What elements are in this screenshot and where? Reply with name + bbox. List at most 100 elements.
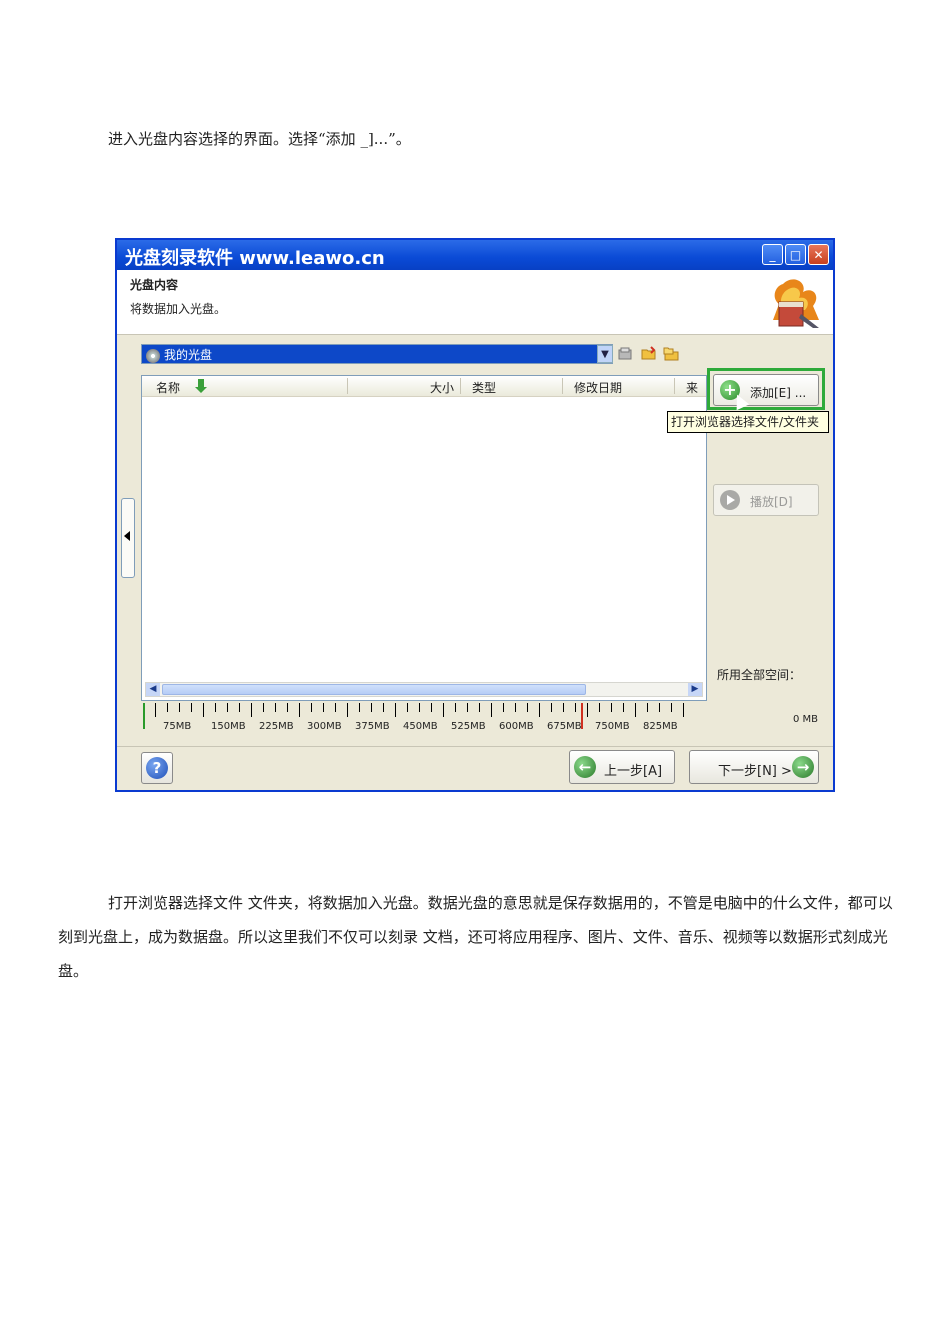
- ruler-label: 225MB: [259, 721, 294, 732]
- ruler-tick: [263, 703, 264, 712]
- ruler-label: 525MB: [451, 721, 486, 732]
- ruler-tick: [539, 703, 540, 717]
- column-modified[interactable]: 修改日期: [574, 379, 622, 396]
- drive-icon[interactable]: [617, 346, 633, 362]
- ruler-tick: [683, 703, 684, 717]
- column-size[interactable]: 大小: [430, 379, 454, 396]
- help-button[interactable]: ?: [141, 752, 173, 784]
- ruler-tick: [431, 703, 432, 712]
- disc-icon: [146, 348, 160, 363]
- ruler-tick: [611, 703, 612, 712]
- add-tooltip: 打开浏览器选择文件/文件夹: [667, 411, 829, 433]
- collapse-handle[interactable]: [121, 498, 135, 578]
- ruler-tick: [251, 703, 252, 717]
- ruler-tick: [491, 703, 492, 717]
- ruler-tick: [299, 703, 300, 717]
- ruler-tick: [239, 703, 240, 712]
- ruler-tick: [467, 703, 468, 712]
- title-bar[interactable]: 光盘刻录软件 www.leawo.cn _ □ ✕: [117, 240, 833, 270]
- ruler-tick: [275, 703, 276, 712]
- back-button-label: 上一步[A]: [604, 764, 663, 779]
- ruler-tick: [455, 703, 456, 712]
- next-button-label: 下一步[N] >: [718, 764, 792, 779]
- horizontal-scrollbar[interactable]: ◀ ▶: [145, 682, 703, 697]
- page-subtitle: 将数据加入光盘。: [130, 302, 227, 316]
- help-icon: ?: [146, 757, 168, 779]
- ruler-label: 675MB: [547, 721, 582, 732]
- ruler-tick: [443, 703, 444, 717]
- scroll-left-icon[interactable]: ◀: [146, 683, 160, 696]
- play-button-label: 播放[D]: [750, 495, 793, 509]
- ruler-tick: [191, 703, 192, 712]
- capacity-limit-marker: [581, 703, 583, 729]
- ruler-label: 450MB: [403, 721, 438, 732]
- ruler-tick: [623, 703, 624, 712]
- scroll-thumb[interactable]: [162, 684, 586, 695]
- ruler-tick: [515, 703, 516, 712]
- ruler-tick: [203, 703, 204, 717]
- back-arrow-icon: ←: [574, 756, 596, 778]
- ruler-tick: [155, 703, 156, 717]
- collapse-arrow-icon: [124, 531, 130, 541]
- play-button[interactable]: 播放[D]: [713, 484, 819, 516]
- ruler-tick: [563, 703, 564, 712]
- ruler-tick: [359, 703, 360, 712]
- ruler-tick: [419, 703, 420, 712]
- ruler-label: 75MB: [163, 721, 192, 732]
- scroll-right-icon[interactable]: ▶: [688, 683, 702, 696]
- ruler-tick: [383, 703, 384, 712]
- column-type[interactable]: 类型: [472, 379, 496, 396]
- ruler-tick: [671, 703, 672, 712]
- ruler-tick: [575, 703, 576, 712]
- ruler-tick: [371, 703, 372, 712]
- file-list[interactable]: 名称 大小 类型 修改日期 来 ◀ ▶: [141, 375, 707, 701]
- chevron-down-icon[interactable]: ▼: [597, 345, 613, 363]
- ruler-tick: [179, 703, 180, 712]
- play-icon: [720, 490, 740, 510]
- sort-arrow-icon: [195, 379, 207, 393]
- ruler-label: 600MB: [499, 721, 534, 732]
- ruler-tick: [215, 703, 216, 712]
- ruler-tick: [659, 703, 660, 712]
- ruler-tick: [479, 703, 480, 712]
- start-marker: [143, 703, 145, 729]
- ruler-label: 150MB: [211, 721, 246, 732]
- space-used-value: 0 MB: [793, 714, 819, 725]
- ruler-tick: [311, 703, 312, 712]
- ruler-tick: [287, 703, 288, 712]
- ruler-tick: [503, 703, 504, 712]
- burner-window: 光盘刻录软件 www.leawo.cn _ □ ✕ 光盘内容 将数据加入光盘。 …: [115, 238, 835, 792]
- space-used-label: 所用全部空间：: [717, 668, 802, 682]
- body-text: 打开浏览器选择文件 文件夹，将数据加入光盘。数据光盘的意思就是保存数据用的，不管…: [58, 894, 893, 980]
- next-button[interactable]: 下一步[N] > →: [689, 750, 819, 784]
- ruler-tick: [635, 703, 636, 717]
- folder-icon[interactable]: [641, 346, 657, 362]
- ruler-tick: [407, 703, 408, 712]
- disc-selector-value: 我的光盘: [164, 348, 213, 362]
- ruler-tick: [599, 703, 600, 712]
- forward-arrow-icon: →: [792, 756, 814, 778]
- ruler-tick: [347, 703, 348, 717]
- ruler-tick: [587, 703, 588, 717]
- ruler-tick: [323, 703, 324, 712]
- ruler-tick: [395, 703, 396, 717]
- intro-paragraph: 进入光盘内容选择的界面。选择“添加 _]...”。: [108, 130, 411, 148]
- highlight-box: [707, 368, 825, 410]
- column-source[interactable]: 来: [686, 379, 698, 396]
- ruler-tick: [167, 703, 168, 712]
- ruler-label: 375MB: [355, 721, 390, 732]
- disc-selector[interactable]: 我的光盘: [141, 344, 613, 364]
- burner-logo-icon: [773, 279, 819, 328]
- ruler-label: 825MB: [643, 721, 678, 732]
- maximize-button[interactable]: □: [785, 244, 806, 265]
- page-title: 光盘内容: [130, 278, 179, 292]
- close-button[interactable]: ✕: [808, 244, 829, 265]
- minimize-button[interactable]: _: [762, 244, 783, 265]
- column-name[interactable]: 名称: [156, 379, 180, 396]
- list-header: 名称 大小 类型 修改日期 来: [142, 376, 706, 397]
- new-folder-icon[interactable]: [663, 346, 679, 362]
- back-button[interactable]: ← 上一步[A]: [569, 750, 675, 784]
- ruler-tick: [647, 703, 648, 712]
- ruler-tick: [527, 703, 528, 712]
- ruler-tick: [227, 703, 228, 712]
